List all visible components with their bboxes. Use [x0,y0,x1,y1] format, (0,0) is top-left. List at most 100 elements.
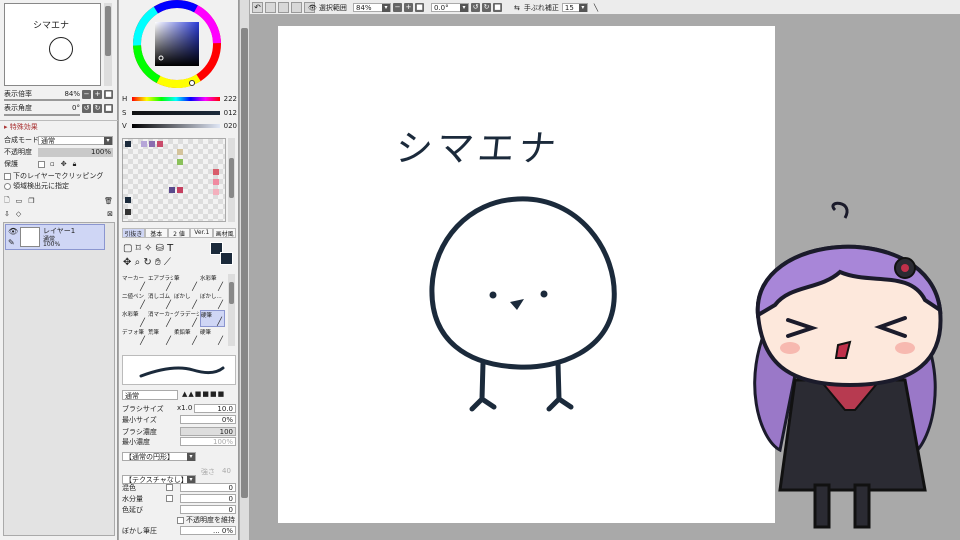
swatch[interactable] [177,149,183,155]
mix-value[interactable]: 0 [180,483,236,492]
brush-preset[interactable]: 消しゴム ╱ [148,292,173,309]
zoom-reset-button[interactable]: ■ [104,89,113,99]
hue-slider[interactable] [132,97,220,101]
opacity-slider[interactable]: 100% [38,147,113,157]
swatch[interactable] [213,189,219,195]
rotate-tool-icon[interactable]: ↻ [143,257,151,268]
eyedropper-icon[interactable]: ⟋ [164,257,171,268]
new-folder-icon[interactable]: ▭ [16,197,23,205]
brush-preset[interactable]: デフォ筆 ╱ [122,328,147,345]
angle-slider[interactable] [4,114,80,116]
eye-icon[interactable]: 👁︎ [8,227,18,236]
color-wheel[interactable] [131,0,223,90]
water-checkbox[interactable] [166,495,173,502]
palette-scrollbar[interactable] [228,138,235,222]
lock-icon[interactable]: ▫ [50,160,55,168]
brush-preset[interactable]: 消マーカー ╱ [148,310,173,327]
swatch[interactable] [177,187,183,193]
toolbar-rotate-reset[interactable]: ■ [493,3,502,12]
hand-icon[interactable]: ✋︎ [155,257,161,268]
flip-icon[interactable]: ⇆ [514,4,520,12]
move-lock-icon[interactable]: ✥ [61,160,67,168]
swatch[interactable] [177,159,183,165]
swatch[interactable] [125,141,131,147]
canvas-paper[interactable]: シマエナ [278,26,775,523]
min-size-value[interactable]: 0% [180,415,236,424]
brush-preset[interactable]: エアブラシ ╱ [148,274,173,291]
brush-preset[interactable]: 筆 ╱ [174,274,199,291]
brush-preset[interactable]: 二値ペン ╱ [122,292,147,309]
deselect-icon[interactable] [278,2,289,13]
navigator-scrollbar[interactable] [104,3,112,86]
swatch[interactable] [125,197,131,203]
clip-checkbox[interactable] [4,172,11,180]
brush-preset[interactable]: マーカー ╱ [122,274,147,291]
saturation-value[interactable]: 012 [224,109,237,117]
bucket-icon[interactable]: ⛁ [156,243,164,254]
swatch[interactable] [213,169,219,175]
value-value[interactable]: 020 [224,122,237,130]
detect-checkbox[interactable] [4,182,11,190]
texture-strength-value[interactable]: 40 [222,467,231,475]
brush-preset[interactable]: 硬筆 ╱ [200,310,225,327]
zoom-in-button[interactable]: + [93,89,102,99]
tool-tab[interactable]: 画材風 [213,228,236,238]
keep-opacity-checkbox[interactable] [177,516,184,524]
value-slider[interactable] [132,124,220,128]
zoom-tool-icon[interactable]: ⌕ [135,257,141,268]
toolbar-rotate-right[interactable]: ↻ [482,3,491,12]
protect-transparency-checkbox[interactable] [38,160,45,168]
toolbar-angle-select[interactable]: 0.0° [431,3,469,12]
navigator-preview[interactable]: シマエナ [4,3,101,86]
extend-value[interactable]: 0 [180,505,236,514]
lasso-icon[interactable]: ⌑ [136,243,141,254]
swatch[interactable] [169,187,175,193]
rotate-left-button[interactable]: ↺ [82,103,91,113]
angle-value[interactable]: 0° [72,104,80,112]
toolbar-rotate-left[interactable]: ↺ [471,3,480,12]
brush-size-multiplier[interactable]: x1.0 [177,404,192,412]
move-icon[interactable]: ✥ [123,257,131,268]
swatch-palette[interactable] [122,138,226,222]
rotate-right-button[interactable]: ↻ [93,103,102,113]
swatch[interactable] [125,209,131,215]
swatch[interactable] [141,141,147,147]
tool-panel-scrollbar[interactable] [240,0,249,540]
blend-mode-select[interactable]: 通常 [38,135,113,145]
redo-icon[interactable] [265,2,276,13]
copy-layer-icon[interactable]: ❐ [28,197,34,205]
merge-down-icon[interactable]: ⇩ [4,210,10,218]
secondary-color[interactable] [220,252,233,265]
brush-preset[interactable]: 柔鉛筆 ╱ [174,328,199,345]
layer-item[interactable]: 👁︎ ✎ レイヤー1 通常 100% [5,224,105,250]
trash-icon[interactable]: 🗑 [104,197,113,205]
brush-preset[interactable]: ぼかし... ╱ [200,292,225,309]
blur-pressure-value[interactable]: ... 0% [180,526,236,535]
padlock-icon[interactable]: 🔒︎ [73,160,77,169]
brush-preset[interactable]: グラデーション╱ [174,310,199,327]
toolbar-zoom-out[interactable]: − [393,3,402,12]
undo-icon[interactable]: ↶ [252,2,263,13]
eye-toggle-icon[interactable]: 👁︎ [308,4,317,12]
density-value[interactable]: 100 [180,427,236,436]
brush-preset[interactable]: 硬筆 ╱ [200,328,225,345]
zoom-slider[interactable] [4,99,80,101]
water-value[interactable]: 0 [180,494,236,503]
brush-shape-select[interactable]: 【通常の円形】 [122,452,196,461]
brush-size-value[interactable]: 10.0 [194,404,236,413]
brush-mode-select[interactable]: 通常 [122,390,178,400]
toolbar-zoom-in[interactable]: + [404,3,413,12]
invert-selection-icon[interactable] [291,2,302,13]
mix-checkbox[interactable] [166,484,173,491]
brush-shape-buttons[interactable]: ▲▲■■■■ [182,390,236,400]
rotate-reset-button[interactable]: ■ [104,103,113,113]
clear-layer-icon[interactable]: ◇ [16,210,21,218]
brush-preset[interactable]: 水彩筆 ╱ [122,310,147,327]
toolbar-zoom-select[interactable]: 84% [353,3,391,12]
stabilizer-select[interactable]: 15 [561,3,588,12]
rect-select-icon[interactable]: ▢ [123,243,132,254]
toolbar-zoom-reset[interactable]: ■ [415,3,424,12]
brush-preset[interactable]: ぼかし ╱ [174,292,199,309]
line-tool-icon[interactable]: ╲ [594,4,598,12]
delete-layer-icon[interactable]: ⊠ [107,210,113,218]
